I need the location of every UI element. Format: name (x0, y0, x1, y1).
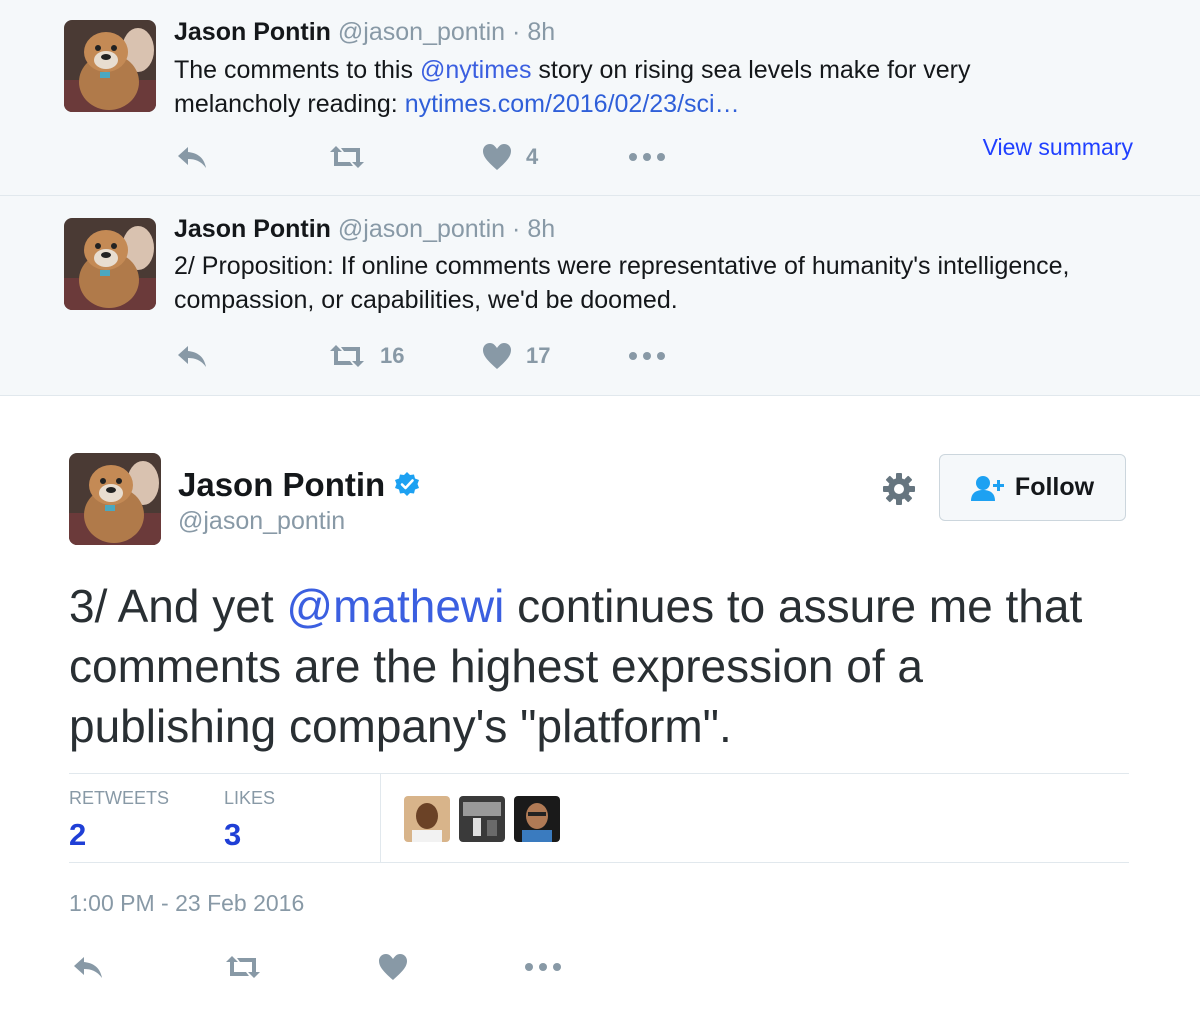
more-button[interactable] (628, 140, 666, 174)
mention-link[interactable]: @nytimes (420, 56, 532, 84)
likes-stat[interactable]: LIKES 3 (224, 788, 275, 853)
retweets-stat[interactable]: RETWEETS 2 (69, 788, 169, 853)
retweet-icon (330, 345, 364, 367)
author-handle[interactable]: @jason_pontin (178, 507, 345, 536)
like-button[interactable]: 4 (482, 140, 538, 174)
more-button[interactable] (628, 339, 666, 373)
tweet-time[interactable]: 8h (527, 18, 555, 46)
retweets-value: 2 (69, 817, 87, 852)
tweet-time[interactable]: 8h (527, 215, 555, 243)
like-count: 4 (526, 144, 539, 169)
author-name[interactable]: Jason Pontin (174, 18, 331, 46)
retweet-button[interactable] (224, 950, 262, 984)
likes-label: LIKES (224, 788, 276, 808)
heart-icon (379, 954, 407, 980)
liker-avatar[interactable] (459, 796, 505, 842)
tweet-actions: 16 17 (176, 339, 696, 373)
like-button[interactable] (378, 950, 408, 984)
more-icon (629, 153, 665, 161)
tweet-text: 3/ And yet @mathewi continues to assure … (69, 576, 1129, 756)
avatar[interactable] (69, 453, 161, 545)
author-name-block[interactable]: Jason Pontin (178, 466, 421, 504)
view-summary-link[interactable]: View summary (983, 134, 1133, 161)
reply-button[interactable] (72, 950, 104, 984)
tweet-text: 2/ Proposition: If online comments were … (174, 252, 1070, 314)
retweet-icon (330, 146, 364, 168)
more-icon (629, 352, 665, 360)
verified-badge-icon (395, 472, 420, 496)
likers-avatars (404, 796, 569, 842)
gear-icon[interactable] (881, 471, 917, 507)
tweet-text: The comments to this @nytimes story on r… (174, 53, 1074, 121)
more-icon (525, 963, 561, 971)
url-link[interactable]: nytimes.com/2016/02/23/sci… (405, 90, 740, 118)
like-count: 17 (526, 343, 551, 368)
reply-icon (178, 346, 206, 367)
like-button[interactable]: 17 (482, 339, 550, 373)
separator-dot: · (512, 18, 521, 46)
tweet-text-part: The comments to this (174, 56, 420, 84)
follow-label: Follow (1014, 473, 1095, 501)
follow-icon (970, 475, 1004, 501)
stats-divider (380, 774, 381, 862)
mention-link[interactable]: @mathewi (286, 580, 504, 632)
retweet-button[interactable]: 16 (328, 339, 404, 373)
reply-button[interactable] (176, 140, 208, 174)
avatar[interactable] (64, 218, 156, 310)
context-tweet-1[interactable]: Jason Pontin @jason_pontin · 8h The comm… (0, 0, 1200, 196)
tweet-text-part: 3/ And yet (69, 580, 287, 632)
retweets-label: RETWEETS (69, 788, 170, 808)
author-handle[interactable]: @jason_pontin (338, 18, 505, 46)
avatar[interactable] (64, 20, 156, 112)
liker-avatar[interactable] (404, 796, 450, 842)
tweet-header: Jason Pontin @jason_pontin · 8h (174, 215, 555, 244)
retweet-icon (226, 956, 260, 978)
separator-dot: · (512, 215, 521, 243)
context-tweet-2[interactable]: Jason Pontin @jason_pontin · 8h 2/ Propo… (0, 196, 1200, 396)
reply-button[interactable] (176, 339, 208, 373)
author-name[interactable]: Jason Pontin (178, 466, 385, 504)
tweet-actions (72, 950, 592, 984)
author-handle[interactable]: @jason_pontin (338, 215, 505, 243)
heart-icon (483, 343, 511, 369)
more-button[interactable] (524, 950, 562, 984)
author-name[interactable]: Jason Pontin (174, 215, 331, 243)
reply-icon (74, 957, 102, 978)
tweet-header: Jason Pontin @jason_pontin · 8h (174, 18, 555, 47)
heart-icon (483, 144, 511, 170)
liker-avatar[interactable] (514, 796, 560, 842)
retweet-count: 16 (380, 343, 405, 368)
likes-value: 3 (224, 817, 242, 852)
follow-button[interactable]: Follow (939, 454, 1126, 521)
tweet-stats: RETWEETS 2 LIKES 3 (69, 773, 1129, 863)
tweet-actions: 4 (176, 140, 696, 174)
retweet-button[interactable] (328, 140, 366, 174)
reply-icon (178, 147, 206, 168)
tweet-timestamp[interactable]: 1:00 PM - 23 Feb 2016 (69, 890, 304, 917)
